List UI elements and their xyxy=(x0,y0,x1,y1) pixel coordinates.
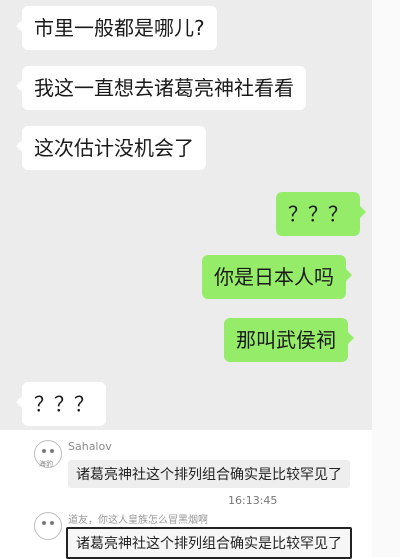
eye-icon xyxy=(50,449,54,453)
side-strip xyxy=(372,0,400,557)
reply-comment[interactable]: 诸葛亮神社这个排列组合确实是比较罕见了 xyxy=(68,460,350,488)
chat-area: 市里一般都是哪儿? 我这一直想去诸葛亮神社看看 这次估计没机会了 ？？？ 你是日… xyxy=(0,0,372,430)
avatar-tag: 海豹 xyxy=(39,460,53,468)
timestamp: 16:13:45 xyxy=(228,494,278,507)
eye-icon xyxy=(50,521,54,525)
avatar[interactable]: 海豹 xyxy=(34,440,62,468)
quoted-text: 道友，你这人皇族怎么冒黑烟啊 xyxy=(68,515,208,526)
message-bubble[interactable]: 市里一般都是哪儿? xyxy=(16,6,217,50)
user-name[interactable]: Sahalov xyxy=(68,440,112,453)
eye-icon xyxy=(42,449,46,453)
avatar[interactable] xyxy=(34,512,62,540)
message-bubble[interactable]: 这次估计没机会了 xyxy=(16,126,206,170)
message-bubble[interactable]: ？？？ xyxy=(276,192,366,236)
message-bubble[interactable]: 我这一直想去诸葛亮神社看看 xyxy=(16,66,306,110)
message-bubble[interactable]: 那叫武侯祠 xyxy=(224,318,354,362)
message-bubble[interactable]: ？？？ xyxy=(16,382,106,426)
message-bubble[interactable]: 你是日本人吗 xyxy=(202,255,352,299)
reply-comment-highlighted[interactable]: 诸葛亮神社这个排列组合确实是比较罕见了 xyxy=(66,527,352,559)
reply-section: 海豹 Sahalov 诸葛亮神社这个排列组合确实是比较罕见了 16:13:45 … xyxy=(0,430,372,559)
eye-icon xyxy=(42,521,46,525)
